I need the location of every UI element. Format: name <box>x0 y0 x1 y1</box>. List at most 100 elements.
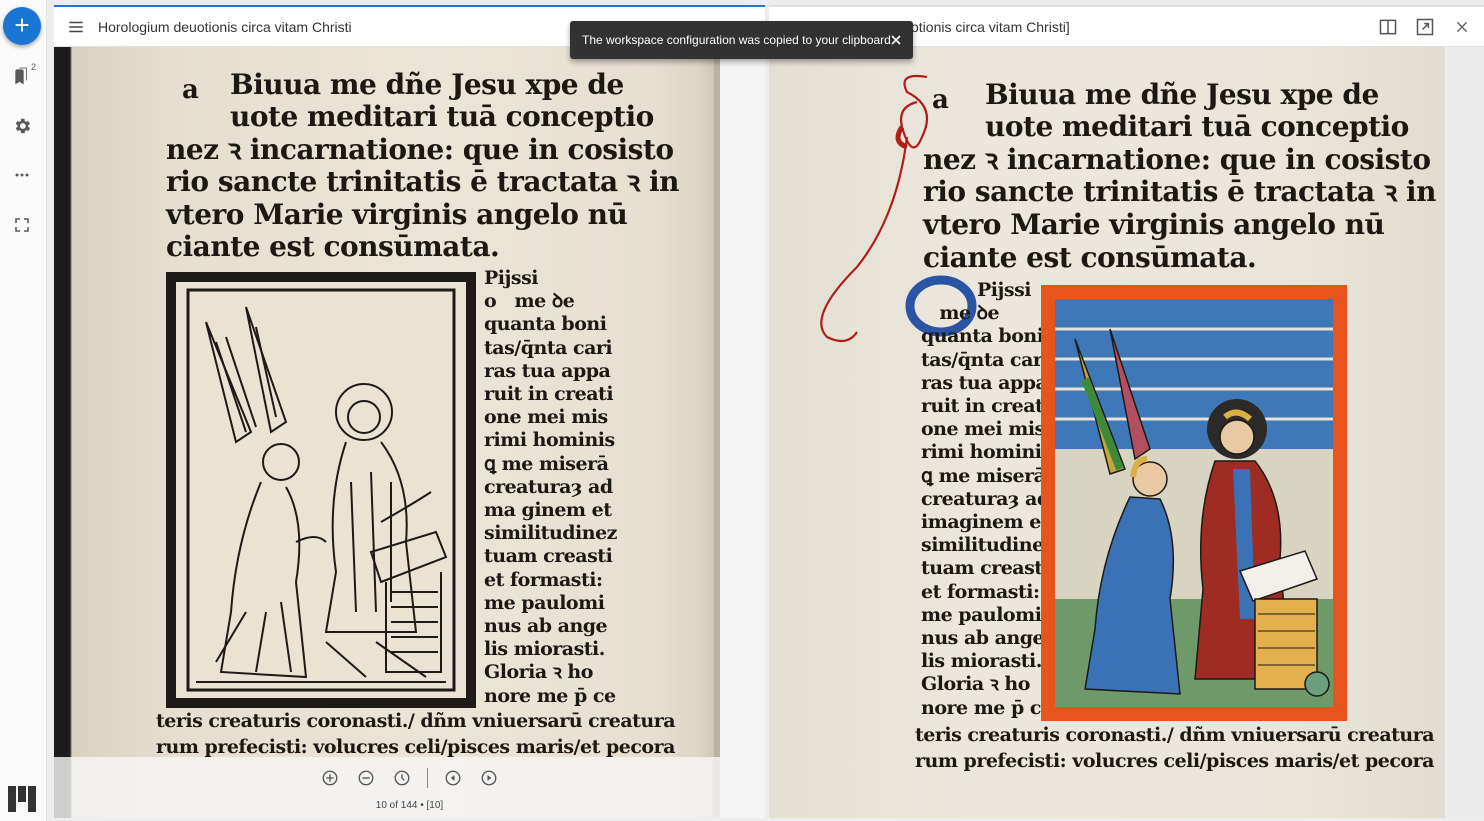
reset-zoom-button[interactable] <box>391 767 413 789</box>
text-line: tuam creasti <box>484 545 613 568</box>
text-line: rum prefecisti: volucres celi/pisces mar… <box>915 750 1434 772</box>
text-line: me ꝺe <box>921 302 1000 325</box>
toolbar-divider <box>427 768 428 788</box>
text-line: ruit in creati <box>921 395 1051 418</box>
text-line: tuam creasti <box>921 557 1050 580</box>
text-line: Pijssi <box>484 267 538 289</box>
maximize-window-button[interactable] <box>1413 15 1437 39</box>
guide-letter: a <box>182 75 199 105</box>
dismiss-notification-button[interactable] <box>888 32 904 48</box>
text-column: Pijssi o me ꝺe quanta boni tas/q̄nta car… <box>484 267 617 708</box>
text-line: o me ꝺe <box>484 290 575 313</box>
text-line: rimi hominis <box>921 441 1052 464</box>
text-line: Biuua me dñe Jesu xpe de <box>230 68 624 101</box>
text-line: Gloria ꝛ ho <box>484 661 593 684</box>
previous-icon <box>445 770 461 786</box>
window-menu-button[interactable] <box>54 7 98 47</box>
text-line: creaturaȝ ad <box>921 487 1050 510</box>
settings-button[interactable] <box>10 114 34 138</box>
zoom-in-icon <box>322 770 338 786</box>
text-line: ras tua appa <box>921 371 1048 394</box>
reset-zoom-icon <box>394 770 410 786</box>
viewer-window-left: Horologium deuotionis circa vitam Christ… <box>54 5 765 818</box>
add-resource-button[interactable]: + <box>3 7 41 45</box>
text-line: one mei mis <box>921 418 1045 441</box>
text-line: rio sancte trinitatis ē tractata ꝛ in <box>166 165 679 198</box>
change-view-button[interactable] <box>1376 15 1400 39</box>
text-line: nus ab ange <box>484 615 608 638</box>
text-column: Pijssi me ꝺe quanta boni tas/q̄nta cari … <box>921 279 1054 720</box>
fullscreen-icon <box>15 218 29 232</box>
text-line: et formasti: <box>484 568 603 591</box>
text-line: similitudinez <box>484 522 617 545</box>
text-line: et formasti: <box>921 580 1040 603</box>
text-line: similitudinez <box>921 534 1054 557</box>
text-line: Biuua me dñe Jesu xpe de <box>985 78 1379 111</box>
text-line: teris creaturis coronasti./ dñm vniuersa… <box>156 710 676 732</box>
text-line: nore me p̄ ce <box>921 696 1053 719</box>
annunciation-painting <box>1055 299 1333 707</box>
next-icon <box>481 770 497 786</box>
text-line: Gloria ꝛ ho <box>921 673 1030 696</box>
text-line: ꝗ me miserā <box>484 452 609 475</box>
fullscreen-button[interactable] <box>10 213 34 237</box>
text-line: me paulomi <box>484 591 605 614</box>
window-title: Horologium deuotionis circa vitam Christ… <box>98 18 352 35</box>
image-canvas[interactable]: a Biuua me dñe Jesu xpe de uote meditari… <box>54 47 765 818</box>
notification-message: The workspace configuration was copied t… <box>582 33 891 47</box>
text-line: me paulomi <box>921 603 1042 626</box>
gear-icon <box>15 118 31 134</box>
text-line: vtero Marie virginis angelo nū <box>923 208 1385 241</box>
zoom-in-button[interactable] <box>319 767 341 789</box>
zoom-out-button[interactable] <box>355 767 377 789</box>
text-line: ruit in creati <box>484 383 614 406</box>
text-line: vtero Marie virginis angelo nū <box>166 198 628 231</box>
text-line: nez ꝛ incarnatione: que in cosisto <box>923 143 1431 176</box>
previous-page-button[interactable] <box>442 767 464 789</box>
text-line: creaturaȝ ad <box>484 475 613 498</box>
text-line: rum prefecisti: volucres celi/pisces mar… <box>156 736 675 758</box>
window-title: otionis circa vitam Christi] <box>911 18 1070 35</box>
hamburger-menu-icon <box>69 21 83 32</box>
page-edge <box>1431 47 1445 818</box>
annunciation-woodcut <box>176 282 466 698</box>
zoom-out-icon <box>358 770 374 786</box>
viewer-controls: 10 of 144 • [10] <box>54 757 765 818</box>
text-line: nus ab ange <box>921 627 1045 650</box>
text-line: rio sancte trinitatis ē tractata ꝛ in <box>923 175 1436 208</box>
text-line: ciante est consūmata. <box>166 230 500 263</box>
mirador-workspace: + 2 Horologium deuotionis circa vitam Ch… <box>0 0 1484 821</box>
close-window-button[interactable] <box>1450 15 1474 39</box>
text-line: nore me p̄ ce <box>484 684 616 707</box>
bookmark-icon <box>15 67 27 85</box>
text-line: tas/q̄nta cari <box>484 336 613 359</box>
text-line: ciante est consūmata. <box>923 241 1257 274</box>
text-line: tas/q̄nta cari <box>921 348 1050 371</box>
text-line: ꝗ me miserā <box>921 464 1046 487</box>
text-line: quanta boni <box>921 325 1044 348</box>
page-counter: 10 of 144 • [10] <box>375 800 444 811</box>
text-line: rimi hominis <box>484 429 615 452</box>
more-options-button[interactable] <box>10 163 34 187</box>
next-page-button[interactable] <box>478 767 500 789</box>
text-line: uote meditari tuā conceptio <box>985 110 1409 143</box>
text-line: uote meditari tuā conceptio <box>230 100 654 133</box>
maximize-icon <box>1416 18 1434 36</box>
guide-letter: a <box>932 85 949 115</box>
page-edge <box>714 47 720 818</box>
text-line: lis miorasti. <box>921 650 1042 673</box>
window-count-badge: 2 <box>31 62 37 72</box>
mirador-logo <box>8 786 36 812</box>
text-line: nez ꝛ incarnatione: que in cosisto <box>166 133 674 166</box>
text-line: quanta boni <box>484 313 607 336</box>
text-line: teris creaturis coronasti./ dñm vniuersa… <box>915 724 1435 746</box>
clipboard-notification: The workspace configuration was copied t… <box>570 21 913 59</box>
text-line: lis miorasti. <box>484 638 605 661</box>
text-line: ma ginem et <box>484 499 612 522</box>
text-line: ras tua appa <box>484 359 611 382</box>
viewer-window-right: otionis circa vitam Christi] a Biuua me … <box>769 5 1484 818</box>
image-canvas[interactable]: a Biuua me dñe Jesu xpe de uote meditari… <box>769 47 1484 818</box>
woodcut-illustration <box>166 272 476 708</box>
workspace-sidebar: + 2 <box>0 0 47 821</box>
close-icon <box>1456 21 1468 33</box>
